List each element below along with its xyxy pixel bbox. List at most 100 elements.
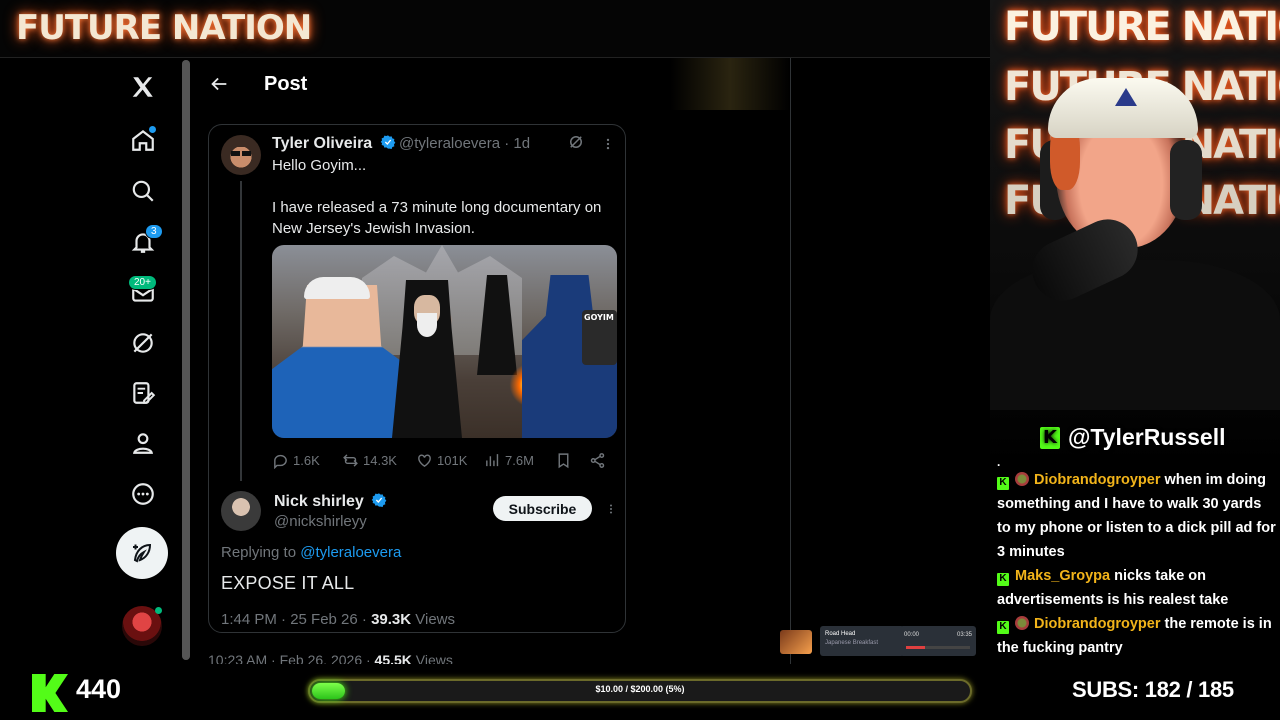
grok-explain-icon[interactable] — [567, 133, 585, 151]
track-artist: Japanese Breakfast — [825, 640, 879, 646]
now-playing-widget: Road Head Japanese Breakfast 00:00 03:35 — [780, 626, 976, 658]
views-icon — [486, 453, 499, 466]
stream-brand-logo: FUTURE NATION — [16, 8, 312, 48]
image-reporter-cap — [304, 277, 370, 299]
album-art — [780, 630, 812, 654]
track-time-start: 00:00 — [904, 632, 920, 638]
chat-message: K Diobrandogroyper the remote is in the f… — [992, 612, 1278, 660]
x-logo-icon[interactable] — [112, 65, 174, 109]
tweet-more-icon[interactable] — [601, 137, 615, 151]
chat-username[interactable]: Diobrandogroyper — [1034, 616, 1160, 632]
reply-meta: 1:44 PM · 25 Feb 26 · 39.3K Views — [221, 611, 455, 628]
image-figure-beard — [417, 313, 437, 337]
views-button[interactable]: 7.6M — [484, 447, 534, 473]
profile-icon[interactable] — [112, 421, 174, 465]
repost-button[interactable]: 14.3K — [342, 447, 397, 473]
donation-goal-text: $10.00 / $200.00 (5%) — [595, 684, 685, 694]
track-progress-fill — [906, 646, 926, 649]
bookmark-button[interactable] — [555, 447, 572, 473]
tweet-author-name[interactable]: Tyler Oliveira — [272, 134, 396, 153]
next-post-timestamp[interactable]: 10:23 AM · Feb 26, 2026 · — [208, 652, 375, 664]
like-button[interactable]: 101K — [416, 447, 467, 473]
kick-chat-icon: K — [997, 476, 1009, 490]
user-badge-icon — [1015, 472, 1029, 486]
back-arrow-icon[interactable] — [208, 73, 230, 95]
home-unread-dot — [149, 126, 156, 133]
messages-badge: 20+ — [128, 275, 157, 290]
like-count: 101K — [437, 452, 468, 468]
sub-goal: SUBS: 182 / 185 — [1072, 677, 1234, 703]
headphones-icon — [1170, 140, 1202, 220]
grok-icon[interactable] — [112, 321, 174, 365]
quoted-post-card[interactable]: Tyler Oliveira @tyleraloevera · 1d Hello… — [208, 124, 626, 633]
tweet-actions: 1.6K 14.3K 101K 7.6M — [272, 447, 617, 473]
compose-post-button[interactable] — [116, 527, 168, 579]
chat-username[interactable]: Diobrandogroyper — [1034, 472, 1160, 488]
next-post-views-label: Views — [411, 652, 453, 664]
track-progress — [906, 646, 970, 649]
next-post-meta: 10:23 AM · Feb 26, 2026 · 45.5K Views — [208, 652, 453, 664]
messages-icon[interactable]: 20+ — [112, 271, 174, 315]
reply-more-icon[interactable] — [605, 502, 617, 516]
thread-connector-line — [240, 181, 242, 481]
heart-icon — [418, 453, 431, 467]
replying-to: Replying to @tyleraloevera — [221, 544, 401, 561]
streamer-shirt — [990, 260, 1280, 410]
reply-timestamp[interactable]: 1:44 PM · 25 Feb 26 · — [221, 611, 371, 628]
streamer-handle-text: @TylerRussell — [1068, 424, 1226, 450]
kick-logo-icon — [32, 674, 68, 712]
follower-count: 440 — [76, 674, 122, 704]
chat-message: K Maks_Groypa nicks take on advertisement… — [992, 564, 1278, 612]
track-title: Road Head — [825, 631, 856, 637]
track-player: 00:00 03:35 — [900, 626, 976, 656]
reply-view-count: 39.3K — [371, 611, 412, 628]
replying-prefix: Replying to — [221, 544, 297, 561]
scrollbar-thumb[interactable] — [182, 60, 190, 660]
views-count: 7.6M — [505, 452, 534, 468]
cam-brand-line: FUTURE NATION — [1004, 4, 1280, 50]
reply-author-name-text: Nick shirley — [274, 493, 364, 510]
search-icon[interactable] — [112, 169, 174, 213]
track-time-end: 03:35 — [956, 632, 972, 638]
repost-count: 14.3K — [363, 452, 397, 468]
reply-author-avatar[interactable] — [221, 491, 261, 531]
reply-button[interactable]: 1.6K — [272, 447, 320, 473]
kick-chat-icon: K — [997, 572, 1009, 586]
kick-chat-icon: K — [997, 620, 1009, 634]
next-post-view-count: 45.5K — [374, 652, 412, 664]
verified-badge-icon — [380, 135, 395, 149]
kick-logo-icon: K — [1040, 426, 1060, 449]
chat-message: K Diobrandogroyper when im doing somethin… — [992, 468, 1278, 564]
reply-author-handle[interactable]: @nickshirleyy — [274, 513, 367, 530]
image-vest-label: GOYIM — [584, 313, 614, 322]
sub-goal-value: 182 / 185 — [1144, 677, 1234, 702]
verified-badge-icon — [371, 493, 387, 507]
notifications-badge: 3 — [145, 224, 163, 239]
stream-chat: . K Diobrandogroyper when im doing someth… — [992, 456, 1278, 664]
subscribe-button[interactable]: Subscribe — [493, 496, 592, 521]
reply-views-label: Views — [411, 611, 456, 628]
tweet-author-avatar[interactable] — [221, 135, 261, 175]
home-icon[interactable] — [112, 118, 174, 162]
track-info: Road Head Japanese Breakfast — [820, 626, 904, 656]
user-badge-icon — [1015, 616, 1029, 630]
scrollbar[interactable] — [182, 60, 190, 660]
reply-icon — [274, 454, 287, 469]
page-title: Post — [264, 72, 308, 95]
tweet-image[interactable]: GOYIM — [272, 245, 617, 438]
more-options-icon[interactable] — [112, 472, 174, 516]
tweet-author-name-text: Tyler Oliveira — [272, 135, 373, 152]
share-button[interactable] — [589, 447, 606, 473]
reply-text: EXPOSE IT ALL — [221, 573, 355, 593]
timeline-divider — [790, 58, 791, 664]
replying-to-link[interactable]: @tyleraloevera — [300, 544, 401, 561]
lists-icon[interactable] — [112, 371, 174, 415]
left-nav: 3 20+ — [112, 58, 176, 664]
tweet-text-line-1: Hello Goyim... — [272, 157, 367, 174]
sub-goal-label: SUBS: — [1072, 677, 1139, 702]
notifications-icon[interactable]: 3 — [112, 220, 174, 264]
share-icon — [590, 452, 605, 468]
reply-author-name[interactable]: Nick shirley — [274, 492, 387, 511]
chat-username[interactable]: Maks_Groypa — [1015, 568, 1110, 584]
tweet-handle-time[interactable]: @tyleraloevera · 1d — [399, 135, 530, 152]
